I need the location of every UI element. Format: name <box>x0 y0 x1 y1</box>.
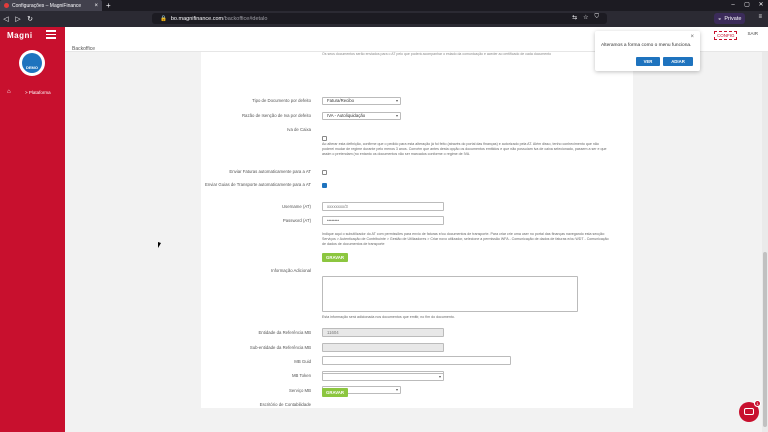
hamburger-icon[interactable] <box>46 30 56 39</box>
chat-button[interactable]: 1 <box>739 400 761 422</box>
page: Backoffice CONFIG SAIR Magni DEMO ⌂ > Pl… <box>0 27 768 432</box>
subentidade-label: Sub-entidade da Referência MB <box>249 345 311 350</box>
menu-change-popup: × Alteramos a forma como o menu funciona… <box>595 31 700 71</box>
chevron-down-icon: ▾ <box>395 113 398 118</box>
password-label: Password (AT) <box>282 218 311 223</box>
lock-icon: 🔒 <box>160 15 167 22</box>
adiar-button[interactable]: ADIAR <box>663 57 693 66</box>
close-icon[interactable]: × <box>690 34 694 40</box>
scrollbar-thumb[interactable] <box>763 252 767 427</box>
info-adicional-note: Esta informação será adicionada nos docu… <box>322 315 455 319</box>
iva-caixa-checkbox[interactable] <box>322 136 327 141</box>
chat-icon <box>744 408 754 415</box>
tipo-documento-label: Tipo de Documento por defeito <box>252 98 311 103</box>
menu-icon[interactable]: ≡ <box>758 14 762 20</box>
forward-icon[interactable]: ▷ <box>12 15 24 23</box>
chevron-down-icon: ▾ <box>438 374 441 379</box>
iva-caixa-label: Iva de Caixa <box>287 127 311 132</box>
ver-button[interactable]: VER <box>636 57 660 66</box>
iva-caixa-note: Ao alterar esta definição, confirme que … <box>322 142 607 156</box>
username-field[interactable]: xxxxxxxx/3 <box>322 202 444 211</box>
shield-icon[interactable]: ⛉ <box>594 14 599 21</box>
username-label: Username (AT) <box>281 204 311 209</box>
url-host: bo.magnifinance.com <box>170 15 224 22</box>
private-badge: ◒ Private <box>714 13 746 24</box>
sidebar: Magni DEMO ⌂ > Plataforma <box>0 27 65 432</box>
top-note: Os seus documentos serão enviados para o… <box>322 52 552 56</box>
settings-form: Os seus documentos serão enviados para o… <box>201 52 633 408</box>
window-controls: – ▢ ✕ <box>726 0 768 11</box>
tipo-documento-select[interactable]: Fatura/Recibo ▾ <box>322 97 401 105</box>
sidebar-item-plataforma[interactable]: > Plataforma <box>25 90 51 95</box>
close-window-icon[interactable]: ✕ <box>754 0 768 11</box>
url-actions: ⇆ ☆ ⛉ <box>572 14 599 21</box>
enviar-guias-checkbox[interactable] <box>322 183 327 188</box>
save-button[interactable]: GRAVAR <box>322 253 348 262</box>
browser-tab[interactable]: Configurações – MagniFinance × <box>0 0 102 11</box>
servico-mb-label: Serviço MB <box>289 388 311 393</box>
demo-badge: DEMO <box>22 53 42 73</box>
password-field[interactable]: •••••••• <box>322 216 444 225</box>
address-bar[interactable]: 🔒 bo.magnifinance.com/backoffice#detalo … <box>152 13 607 24</box>
browser-navbar: ◁ ▷ ↻ 🔒 bo.magnifinance.com/backoffice#d… <box>0 11 768 27</box>
chevron-down-icon: ▾ <box>395 98 398 103</box>
favicon-icon <box>4 3 9 8</box>
tab-title: Configurações – MagniFinance <box>12 2 82 9</box>
page-scrollbar[interactable] <box>762 52 768 432</box>
url-path: /backoffice#detalo <box>223 15 268 22</box>
translate-icon[interactable]: ⇆ <box>572 14 577 21</box>
mask-icon: ◒ <box>718 15 722 22</box>
entidade-field: 11604 <box>322 328 444 337</box>
chevron-down-icon: ▾ <box>395 387 398 392</box>
bookmark-icon[interactable]: ☆ <box>583 14 588 21</box>
razao-iva-select[interactable]: IVA - Autoliquidação ▾ <box>322 112 401 120</box>
mb-guid-field[interactable] <box>322 356 511 365</box>
app-logo[interactable]: Magni <box>7 31 33 40</box>
home-icon[interactable]: ⌂ <box>7 89 11 95</box>
new-tab-button[interactable]: + <box>106 1 111 10</box>
enviar-guias-label: Enviar Guias de Transporte automaticamen… <box>205 182 311 187</box>
mouse-cursor-icon <box>158 242 161 248</box>
enviar-faturas-checkbox[interactable] <box>322 170 327 175</box>
mb-token-label: MB Token <box>291 373 311 378</box>
info-adicional-textarea[interactable] <box>322 276 578 312</box>
subentidade-field <box>322 343 444 352</box>
breadcrumb[interactable]: Backoffice <box>72 46 95 52</box>
chat-badge: 1 <box>754 400 761 407</box>
private-label: Private <box>724 15 742 22</box>
back-icon[interactable]: ◁ <box>0 15 12 23</box>
browser-tabbar: Configurações – MagniFinance × + – ▢ ✕ <box>0 0 768 11</box>
popup-message: Alteramos a forma como o menu funciona. <box>601 43 692 48</box>
entidade-label: Entidade da Referência MB <box>258 330 311 335</box>
topbar-actions: CONFIG SAIR <box>713 31 758 40</box>
config-link[interactable]: CONFIG <box>713 31 738 40</box>
minimize-icon[interactable]: – <box>726 0 740 11</box>
logout-link[interactable]: SAIR <box>747 31 758 40</box>
save-button-2[interactable]: GRAVAR <box>322 388 348 397</box>
mb-guid-label: MB Guid <box>294 359 311 364</box>
maximize-icon[interactable]: ▢ <box>740 0 754 11</box>
close-tab-icon[interactable]: × <box>94 3 98 9</box>
escritorio-select[interactable]: ▾ <box>322 373 444 381</box>
razao-iva-label: Razão de Isenção de Iva por defeito <box>241 113 311 118</box>
reload-icon[interactable]: ↻ <box>24 15 36 23</box>
info-adicional-label: Informação Adicional <box>271 268 311 273</box>
avatar[interactable]: DEMO <box>19 50 45 76</box>
escritorio-label: Escritório de Contabilidade <box>259 402 311 407</box>
enviar-faturas-label: Enviar Faturas automaticamente para a AT <box>229 169 311 174</box>
at-note: Indique aqui o subutilizador do AT com p… <box>322 232 609 246</box>
